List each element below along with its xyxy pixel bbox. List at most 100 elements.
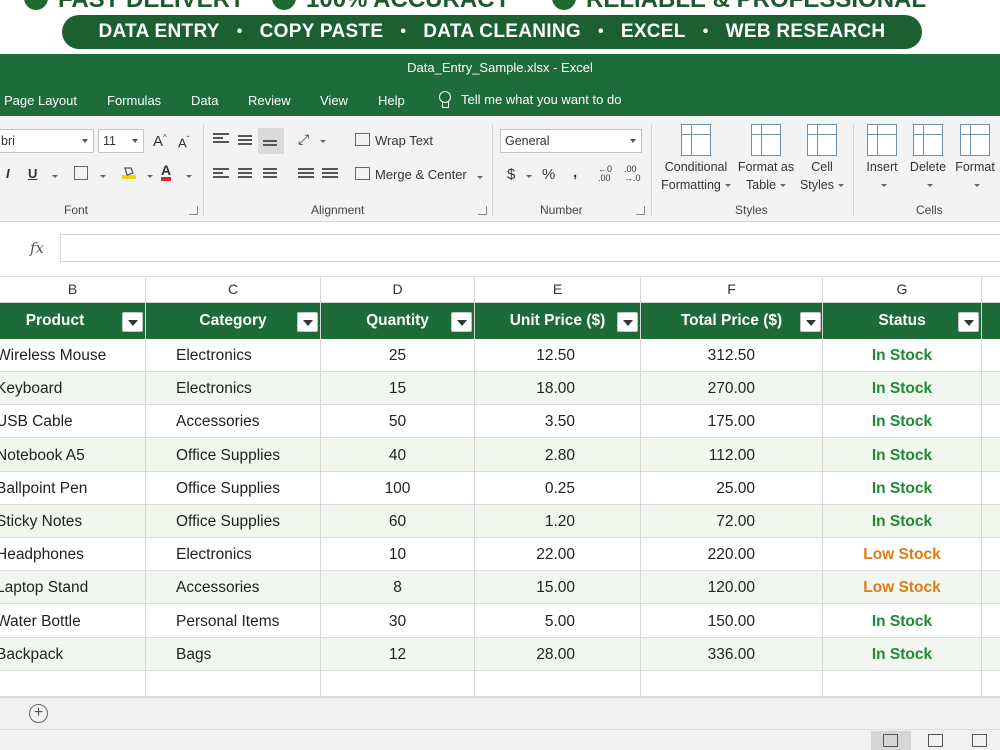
cell-unit-price[interactable]: 2.80 (475, 439, 575, 472)
column-header-e[interactable]: E (475, 277, 640, 302)
cell-status[interactable]: In Stock (823, 505, 981, 538)
cell-total-price[interactable]: 312.50 (641, 339, 755, 372)
cell-unit-price[interactable]: 12.50 (475, 339, 575, 372)
cell-category[interactable]: Electronics (176, 538, 320, 571)
cell-quantity[interactable]: 50 (321, 405, 474, 438)
align-left-icon[interactable] (213, 168, 229, 180)
insert-cells-button[interactable]: Insert (860, 124, 904, 194)
cell-category[interactable]: Personal Items (176, 605, 320, 638)
cell-total-price[interactable]: 72.00 (641, 505, 755, 538)
chevron-down-icon[interactable] (52, 175, 58, 178)
cell-product[interactable]: Backpack (0, 638, 144, 671)
cell-total-price[interactable]: 220.00 (641, 538, 755, 571)
fill-color-icon[interactable] (122, 165, 136, 179)
filter-dropdown-icon[interactable] (958, 312, 979, 332)
cell-status[interactable]: In Stock (823, 638, 981, 671)
font-name-select[interactable]: bri (0, 129, 94, 153)
cell-unit-price[interactable]: 5.00 (475, 605, 575, 638)
cell-unit-price[interactable]: 18.00 (475, 372, 575, 405)
cell-category[interactable]: Accessories (176, 405, 320, 438)
chevron-down-icon[interactable] (320, 140, 326, 143)
cell-category[interactable]: Electronics (176, 372, 320, 405)
cell-status[interactable]: In Stock (823, 472, 981, 505)
comma-style-button[interactable]: , (570, 164, 577, 181)
column-header-b[interactable]: B (0, 277, 145, 302)
cell-status[interactable]: Low Stock (823, 571, 981, 604)
underline-icon[interactable]: U (28, 166, 37, 181)
number-format-select[interactable]: General (500, 129, 642, 153)
format-cells-button[interactable]: Format (952, 124, 998, 194)
cell-unit-price[interactable]: 22.00 (475, 538, 575, 571)
cell-product[interactable]: Keyboard (0, 372, 144, 405)
cell-quantity[interactable]: 25 (321, 339, 474, 372)
cell-product[interactable]: Wireless Mouse (0, 339, 144, 372)
alignment-dialog-launcher-icon[interactable] (478, 206, 487, 215)
cell-product[interactable]: USB Cable (0, 405, 144, 438)
filter-dropdown-icon[interactable] (122, 312, 143, 332)
cell-category[interactable]: Electronics (176, 339, 320, 372)
cell-total-price[interactable]: 25.00 (641, 472, 755, 505)
align-center-icon[interactable] (238, 168, 254, 180)
percent-style-button[interactable]: % (542, 166, 555, 183)
tab-data[interactable]: Data (191, 93, 218, 108)
page-layout-view-icon[interactable] (916, 731, 956, 750)
cell-category[interactable]: Office Supplies (176, 472, 320, 505)
cell-status[interactable]: In Stock (823, 405, 981, 438)
cell-product[interactable]: Notebook A5 (0, 439, 144, 472)
font-dialog-launcher-icon[interactable] (189, 206, 198, 215)
merge-center-button[interactable]: Merge & Center (375, 167, 467, 182)
cell-quantity[interactable]: 60 (321, 505, 474, 538)
tab-review[interactable]: Review (248, 93, 291, 108)
formula-input[interactable] (60, 234, 1000, 262)
cell-category[interactable]: Bags (176, 638, 320, 671)
cell-unit-price[interactable]: 28.00 (475, 638, 575, 671)
cell-total-price[interactable]: 150.00 (641, 605, 755, 638)
cell-total-price[interactable]: 336.00 (641, 638, 755, 671)
filter-dropdown-icon[interactable] (800, 312, 821, 332)
cell-quantity[interactable]: 15 (321, 372, 474, 405)
accounting-format-button[interactable]: $ (507, 166, 515, 183)
conditional-formatting-button[interactable]: Conditional Formatting (656, 124, 736, 194)
chevron-down-icon[interactable] (100, 175, 106, 178)
cell-product[interactable]: Headphones (0, 538, 144, 571)
tell-me-search[interactable]: Tell me what you want to do (438, 91, 621, 108)
column-header-c[interactable]: C (146, 277, 320, 302)
increase-decimal-icon[interactable]: ←0.00 (598, 165, 612, 183)
number-dialog-launcher-icon[interactable] (636, 206, 645, 215)
normal-view-icon[interactable] (871, 731, 911, 750)
font-size-select[interactable]: 11 (98, 129, 144, 153)
column-header-d[interactable]: D (321, 277, 474, 302)
tab-page-layout[interactable]: Page Layout (4, 93, 77, 108)
cell-product[interactable]: Laptop Stand (0, 571, 144, 604)
cell-quantity[interactable]: 12 (321, 638, 474, 671)
cell-total-price[interactable]: 175.00 (641, 405, 755, 438)
cell-status[interactable]: Low Stock (823, 538, 981, 571)
cell-product[interactable]: Ballpoint Pen (0, 472, 144, 505)
tab-formulas[interactable]: Formulas (107, 93, 161, 108)
cell-unit-price[interactable]: 15.00 (475, 571, 575, 604)
cell-status[interactable]: In Stock (823, 339, 981, 372)
cell-quantity[interactable]: 40 (321, 439, 474, 472)
cell-unit-price[interactable]: 3.50 (475, 405, 575, 438)
cell-category[interactable]: Office Supplies (176, 505, 320, 538)
filter-dropdown-icon[interactable] (451, 312, 472, 332)
cell-category[interactable]: Accessories (176, 571, 320, 604)
cell-quantity[interactable]: 8 (321, 571, 474, 604)
align-right-icon[interactable] (263, 168, 279, 180)
chevron-down-icon[interactable] (526, 175, 532, 178)
page-break-view-icon[interactable] (960, 731, 1000, 750)
cell-status[interactable]: In Stock (823, 605, 981, 638)
italic-icon[interactable]: I (6, 166, 10, 181)
column-header-f[interactable]: F (641, 277, 822, 302)
cell-product[interactable]: Water Bottle (0, 605, 144, 638)
delete-cells-button[interactable]: Delete (906, 124, 950, 194)
decrease-indent-icon[interactable] (298, 168, 314, 180)
orientation-icon[interactable]: ⤢ (298, 131, 309, 148)
cell-total-price[interactable]: 120.00 (641, 571, 755, 604)
decrease-decimal-icon[interactable]: .00 →.0 (624, 165, 641, 183)
format-as-table-button[interactable]: Format as Table (735, 124, 797, 194)
insert-function-icon[interactable]: fx (30, 239, 44, 257)
cell-total-price[interactable]: 112.00 (641, 439, 755, 472)
tab-view[interactable]: View (320, 93, 348, 108)
wrap-text-button[interactable]: Wrap Text (375, 133, 433, 148)
